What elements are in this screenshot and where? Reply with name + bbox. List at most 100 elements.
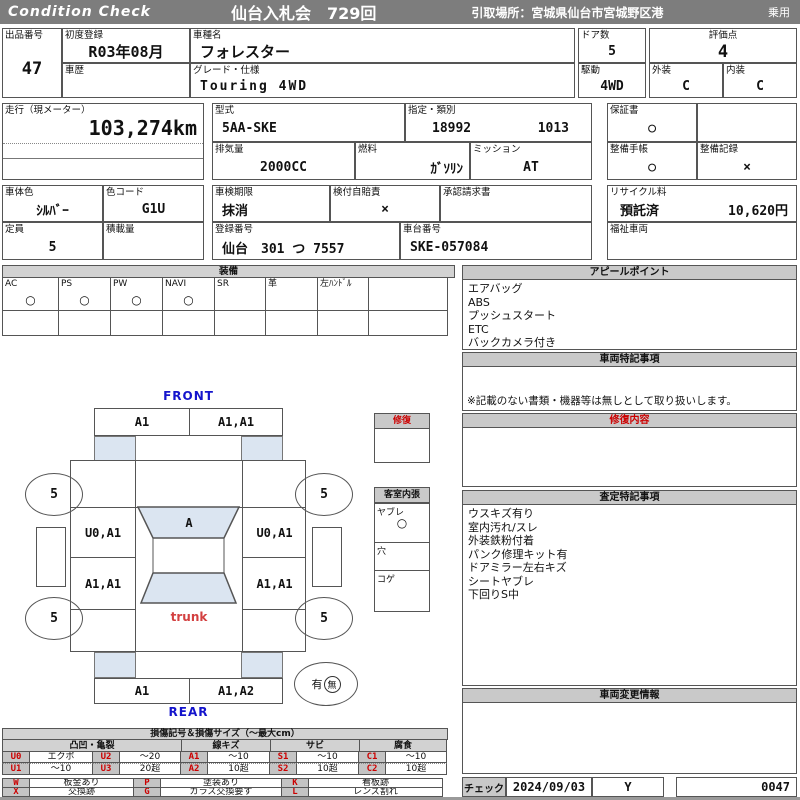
field-model-name: 車種名 フォレスター: [190, 28, 575, 63]
body-color-label: 車体色: [5, 187, 34, 198]
insurance-mark: ×: [381, 202, 389, 217]
interior-trim-tear: ヤブレ ○: [375, 503, 429, 542]
field-inspection-expiry: 車検期限 抹消: [212, 185, 330, 222]
rear-corner-left: [94, 652, 136, 678]
legend-desc: 10超: [207, 763, 270, 775]
diagram-front-label: FRONT: [163, 389, 214, 403]
field-mileage: 走行（現メーター） 103,274km: [2, 103, 204, 180]
equip-label: PS: [61, 279, 73, 289]
equip-label: 左ﾊﾝﾄﾞﾙ: [320, 279, 352, 289]
model-code-value: 5AA-SKE: [222, 121, 277, 136]
repair-details-title: 修復内容: [463, 414, 796, 428]
assessment-title: 査定特記事項: [463, 491, 796, 505]
panel-rear-bumper-right: A1,A2: [189, 678, 283, 704]
legend-code: G: [133, 787, 161, 797]
service-record-mark: ×: [743, 159, 751, 175]
score-label: 評価点: [708, 30, 738, 41]
field-grade-score: 評価点 4: [649, 28, 797, 63]
legend-desc: ～10: [29, 763, 93, 775]
appeal-item: ABS: [468, 295, 490, 309]
warranty-mark: ○: [648, 121, 656, 136]
field-fuel: 燃料 ｶﾞｿﾘﾝ: [355, 142, 470, 180]
field-welfare-vehicle: 福祉車両: [607, 222, 797, 260]
field-first-registration: 初度登録 R03年08月: [62, 28, 190, 63]
repair-mini-body: [375, 429, 429, 462]
assessment-body: ウスキズ有り 室内汚れ/スレ 外装鉄粉付着 パンク修理キット有 ドアミラー左右キ…: [463, 505, 796, 685]
vehicle-class: 乗用: [768, 6, 790, 19]
legend-desc: ～10: [207, 751, 270, 763]
model-value: フォレスター: [200, 43, 291, 61]
insurance-label: 検付自賠責: [333, 187, 381, 198]
reg-no-label: 登録番号: [215, 224, 254, 235]
diagram-rear-label: REAR: [168, 705, 209, 719]
equip-mark: ○: [79, 293, 90, 307]
exterior-label: 外装: [652, 65, 672, 76]
legend-desc: 10超: [385, 763, 447, 775]
reg-no-value: 仙台 301 つ 7557: [222, 241, 345, 257]
history-value: [63, 76, 189, 97]
check-number: 0047: [676, 777, 797, 797]
chassis-no-label: 車台番号: [403, 224, 442, 235]
body-color-value: ｼﾙﾊﾞｰ: [36, 204, 69, 219]
equip-empty-cell: [110, 310, 163, 336]
legend-desc: ～10: [296, 751, 359, 763]
equip-mark: [266, 290, 317, 310]
panel-door-rear-left: A1,A1: [84, 576, 122, 591]
rear-corner-right: [241, 652, 283, 678]
windshield-mark: A: [185, 516, 193, 530]
legend-desc: ～10: [385, 751, 447, 763]
chassis-no-value: SKE-057084: [410, 239, 489, 255]
panel-assessment-notes: 査定特記事項 ウスキズ有り 室内汚れ/スレ 外装鉄粉付着 パンク修理キット有 ド…: [462, 490, 797, 686]
drive-value: 4WD: [600, 79, 624, 94]
assessment-item: 外装鉄粉付着: [468, 534, 534, 547]
field-exterior-score: 外装 C: [649, 63, 723, 98]
legend-code: A2: [180, 763, 208, 775]
side-step-right: [312, 527, 342, 587]
transmission-value: AT: [523, 159, 539, 175]
equip-empty-cell: [317, 310, 369, 336]
field-model-code: 型式 5AA-SKE: [212, 103, 405, 142]
field-color-code: 色コード G1U: [103, 185, 204, 222]
field-blank: [697, 103, 797, 142]
approval-value: [441, 198, 591, 221]
equip-empty-cell: [368, 310, 448, 336]
repair-mini-title: 修復: [375, 414, 429, 429]
assessment-item: シートヤブレ: [468, 574, 534, 588]
panel-repair-details: 修復内容: [462, 413, 797, 487]
legend-code: U1: [2, 763, 30, 775]
legend-code: U3: [92, 763, 120, 775]
equip-empty-cell: [58, 310, 111, 336]
equip-mark: [369, 279, 447, 310]
vehicle-notes-footnote: ※記載のない書類・機器等は無しとして取り扱いします。: [467, 394, 737, 407]
legend-desc: ガラス交換要す: [160, 787, 282, 797]
vehicle-notes-title: 車両特記事項: [463, 353, 796, 367]
drive-label: 駆動: [581, 65, 601, 76]
legend-code: A1: [180, 751, 208, 763]
legend-code: C2: [358, 763, 386, 775]
recycle-status: 預託済: [620, 204, 660, 219]
equip-cell-sr: SR: [214, 277, 266, 311]
panel-rear-bumper-left: A1: [94, 678, 190, 704]
field-approval-request: 承認請求書: [440, 185, 592, 222]
equip-cell-leather: 革: [265, 277, 318, 311]
model-label: 車種名: [193, 30, 222, 41]
displacement-label: 排気量: [215, 144, 244, 155]
color-code-value: G1U: [141, 202, 166, 217]
recycle-label: リサイクル料: [610, 187, 667, 198]
field-recycle-fee: リサイクル料 預託済 10,620円: [607, 185, 797, 222]
equipment-row: AC ○ PS ○ PW ○ NAVI ○ SR 革 左ﾊﾝﾄﾞﾙ: [2, 277, 455, 311]
field-history: 車歴: [62, 63, 190, 98]
field-displacement: 排気量 2000CC: [212, 142, 355, 180]
welfare-value: [608, 235, 796, 259]
panel-vehicle-notes: 車両特記事項 ※記載のない書類・機器等は無しとして取り扱いします。: [462, 352, 797, 411]
panel-change-info: 車両変更情報: [462, 688, 797, 774]
inspection-label: 車検期限: [215, 187, 254, 198]
displacement-value: 2000CC: [260, 159, 307, 175]
field-warranty-book: 保証書 ○: [607, 103, 697, 142]
history-label: 車歴: [65, 65, 85, 76]
legend-row-1: U0 エクボ U2 ～20 A1 ～10 S1 ～10 C1 ～10: [2, 751, 448, 763]
repair-mini-box: 修復: [374, 413, 430, 463]
field-service-record: 整備記録 ×: [697, 142, 797, 180]
load-label: 積載量: [106, 224, 135, 235]
interior-trim-title: 客室内張: [375, 488, 429, 503]
